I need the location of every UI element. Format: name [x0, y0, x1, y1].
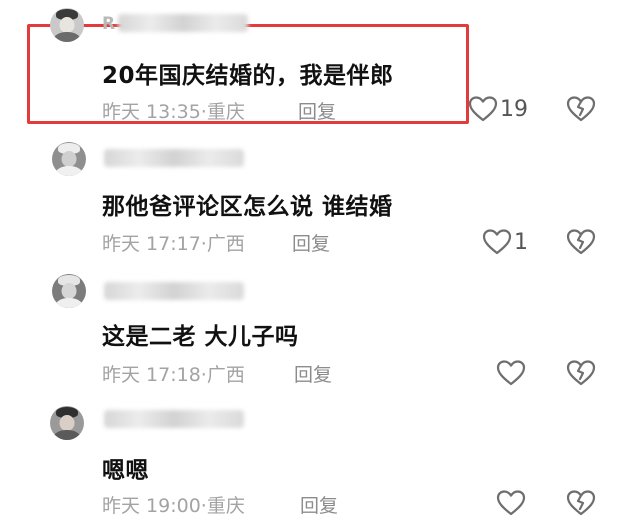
like-count: 19 — [500, 96, 528, 122]
avatar[interactable] — [50, 406, 84, 440]
reply-button[interactable]: 回复 — [294, 360, 332, 387]
comment-meta: 昨天 17:18·广西 — [102, 360, 245, 387]
username-initial[interactable]: R — [102, 14, 115, 34]
comment-item: 这是二老 大儿子吗 昨天 17:18·广西 回复 — [0, 264, 640, 396]
comment-text: 20年国庆结婚的，我是伴郎 — [102, 63, 394, 89]
dislike-button[interactable] — [566, 359, 596, 387]
avatar[interactable] — [52, 142, 86, 176]
comment-time: 昨天 17:17 — [102, 233, 201, 255]
comment-item: 那他爸评论区怎么说 谁结婚 昨天 17:17·广西 回复 1 — [0, 132, 640, 264]
reply-button[interactable]: 回复 — [298, 97, 336, 124]
heart-outline-icon — [496, 360, 526, 386]
username-blurred[interactable] — [118, 14, 248, 32]
comment-item: R 20年国庆结婚的，我是伴郎 昨天 13:35·重庆 回复 19 — [0, 0, 640, 130]
username-blurred[interactable] — [104, 149, 244, 167]
comment-time: 昨天 19:00 — [102, 495, 201, 517]
like-button[interactable] — [496, 359, 528, 387]
comment-location: 重庆 — [206, 101, 245, 123]
like-button[interactable]: 19 — [468, 95, 528, 123]
username-blurred[interactable] — [104, 410, 244, 428]
comment-text: 这是二老 大儿子吗 — [102, 324, 299, 350]
dislike-button[interactable] — [566, 228, 596, 256]
reply-button[interactable]: 回复 — [300, 491, 338, 518]
comment-meta: 昨天 13:35·重庆 — [102, 97, 245, 124]
reply-button[interactable]: 回复 — [292, 229, 330, 256]
heart-outline-icon — [496, 490, 526, 516]
comment-location: 广西 — [206, 364, 245, 386]
broken-heart-icon — [566, 229, 596, 255]
broken-heart-icon — [566, 360, 596, 386]
dislike-button[interactable] — [566, 489, 596, 517]
broken-heart-icon — [566, 96, 596, 122]
avatar[interactable] — [50, 8, 84, 42]
comment-location: 重庆 — [206, 495, 245, 517]
comment-meta: 昨天 19:00·重庆 — [102, 491, 245, 518]
dislike-button[interactable] — [566, 95, 596, 123]
heart-outline-icon — [482, 229, 512, 255]
comment-meta: 昨天 17:17·广西 — [102, 229, 245, 256]
comment-time: 昨天 13:35 — [102, 101, 201, 123]
like-count: 1 — [514, 229, 528, 255]
comment-location: 广西 — [206, 233, 245, 255]
like-button[interactable]: 1 — [482, 228, 528, 256]
broken-heart-icon — [566, 490, 596, 516]
comment-item: 嗯嗯 昨天 19:00·重庆 回复 — [0, 396, 640, 532]
comment-time: 昨天 17:18 — [102, 364, 201, 386]
like-button[interactable] — [496, 489, 528, 517]
avatar[interactable] — [52, 274, 86, 308]
username-blurred[interactable] — [104, 282, 244, 300]
comment-text: 那他爸评论区怎么说 谁结婚 — [102, 194, 393, 220]
heart-outline-icon — [468, 96, 498, 122]
comment-text: 嗯嗯 — [102, 458, 149, 484]
